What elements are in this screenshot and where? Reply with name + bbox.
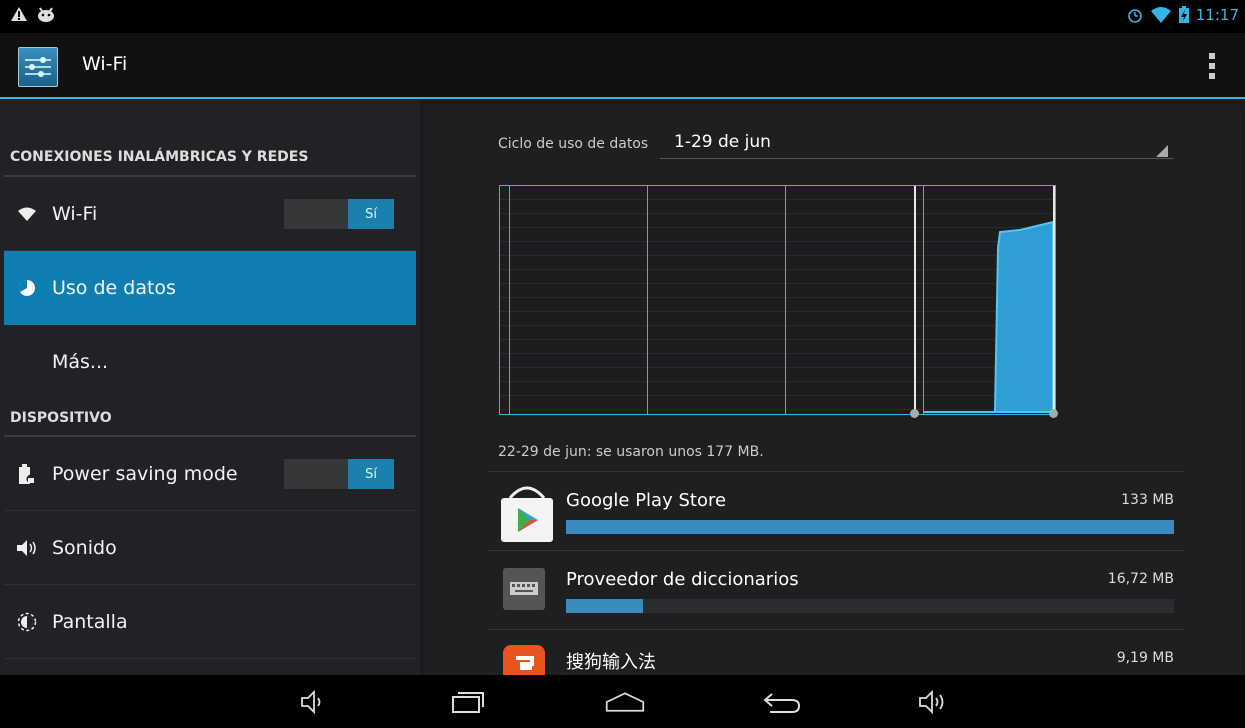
sidebar-item-label: Uso de datos (52, 277, 176, 299)
sidebar-item-data-usage[interactable]: Uso de datos (4, 251, 416, 325)
navigation-bar (0, 675, 1245, 728)
app-usage-row[interactable]: Google Play Store 133 MB (488, 472, 1184, 550)
sidebar-item-more[interactable]: Más... (4, 325, 416, 399)
usage-bar-fill (566, 599, 643, 613)
speaker-icon (12, 539, 42, 557)
usage-bar-fill (566, 520, 1174, 534)
settings-sidebar: CONEXIONES INALÁMBRICAS Y REDES Wi-Fi Sí… (0, 99, 420, 675)
volume-down-icon[interactable] (294, 689, 334, 715)
sidebar-item-label: Wi-Fi (52, 203, 98, 225)
section-header-wireless: CONEXIONES INALÁMBRICAS Y REDES (10, 149, 309, 165)
app-size: 133 MB (1121, 492, 1174, 508)
cycle-start-handle[interactable] (914, 186, 916, 414)
data-usage-chart[interactable] (499, 185, 1058, 418)
brightness-icon (12, 612, 42, 632)
app-size: 9,19 MB (1116, 650, 1174, 666)
app-usage-row[interactable]: 搜狗输入法 9,19 MB (488, 630, 1184, 675)
play-store-icon (498, 484, 556, 548)
end-handle-knob[interactable] (1049, 409, 1058, 418)
start-handle-knob[interactable] (910, 409, 919, 418)
clock: 11:17 (1195, 6, 1239, 24)
cycle-dropdown[interactable]: 1-29 de jun (674, 132, 771, 152)
home-icon[interactable] (605, 689, 645, 715)
usage-summary: 22-29 de jun: se usaron unos 177 MB. (498, 444, 764, 460)
page-title: Wi-Fi (82, 53, 128, 75)
cycle-end-handle[interactable] (1053, 186, 1055, 414)
sidebar-item-label: Pantalla (52, 611, 128, 633)
battery-charging-icon (1178, 6, 1189, 23)
warning-icon (11, 7, 27, 21)
battery-lock-icon (12, 463, 42, 485)
usage-area (924, 220, 1054, 413)
usage-bar (566, 599, 1174, 613)
toggle-on-label: Sí (348, 199, 394, 229)
recent-apps-icon[interactable] (448, 689, 488, 715)
app-name: Proveedor de diccionarios (566, 569, 799, 590)
keyboard-icon (502, 567, 546, 615)
sidebar-item-wifi[interactable]: Wi-Fi Sí (4, 177, 416, 251)
wifi-icon (12, 206, 42, 222)
volume-up-icon[interactable] (914, 689, 954, 715)
settings-sliders-icon[interactable] (18, 47, 58, 87)
alarm-icon (1127, 9, 1142, 23)
app-usage-row[interactable]: Proveedor de diccionarios 16,72 MB (488, 551, 1184, 629)
sidebar-item-label: Sonido (52, 537, 117, 559)
usage-bar (566, 520, 1174, 534)
divider (4, 658, 416, 659)
action-bar: Wi-Fi (0, 33, 1245, 99)
power-saving-toggle[interactable]: Sí (284, 459, 394, 489)
cycle-label: Ciclo de uso de datos (498, 136, 649, 152)
data-usage-icon (12, 279, 42, 297)
sidebar-item-label: Power saving mode (52, 463, 238, 485)
sogou-icon (502, 644, 546, 675)
dropdown-arrow-icon[interactable] (1156, 145, 1168, 157)
android-debug-icon (38, 7, 54, 22)
sidebar-item-display[interactable]: Pantalla (4, 585, 416, 659)
app-name: Google Play Store (566, 490, 727, 511)
overflow-menu-icon[interactable] (1209, 53, 1215, 79)
status-bar: 11:17 (0, 0, 1245, 33)
app-size: 16,72 MB (1107, 571, 1174, 587)
section-header-device: DISPOSITIVO (10, 410, 112, 426)
sidebar-item-sound[interactable]: Sonido (4, 511, 416, 585)
sidebar-item-power-saving[interactable]: Power saving mode Sí (4, 437, 416, 511)
wifi-signal-icon (1150, 7, 1171, 23)
data-usage-panel: Ciclo de uso de datos 1-29 de jun 22-29 … (420, 99, 1245, 675)
toggle-on-label: Sí (348, 459, 394, 489)
back-icon[interactable] (762, 689, 802, 715)
app-name: 搜狗输入法 (566, 652, 656, 673)
dropdown-underline (660, 158, 1174, 159)
sidebar-item-label: Más... (52, 351, 109, 373)
wifi-toggle[interactable]: Sí (284, 199, 394, 229)
